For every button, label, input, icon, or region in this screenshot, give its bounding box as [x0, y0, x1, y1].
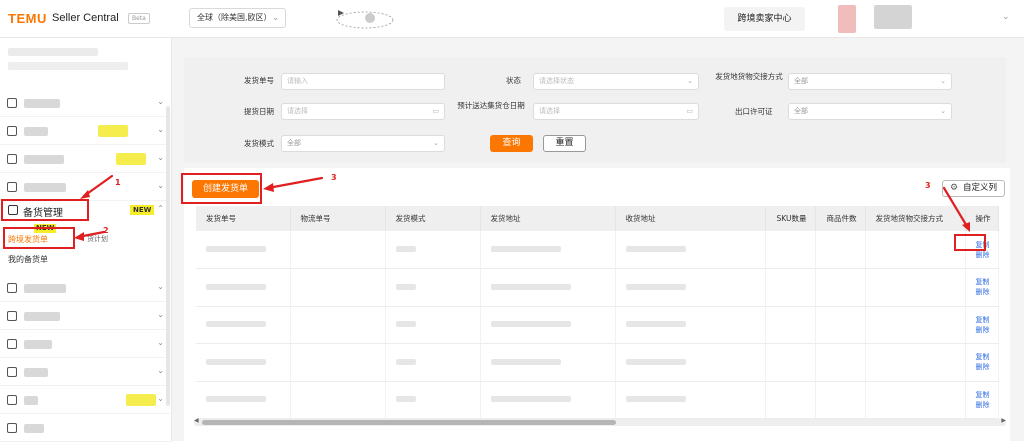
annotation-arrow — [74, 174, 970, 241]
